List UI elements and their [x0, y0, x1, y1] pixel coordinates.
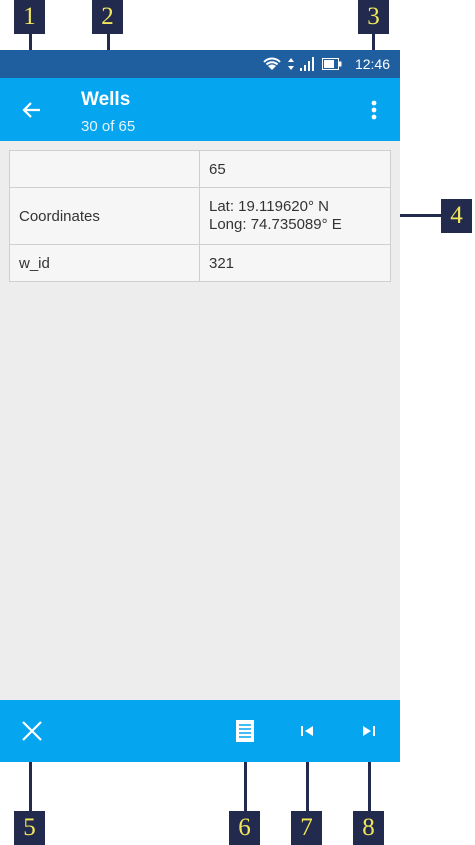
- callout-5: 5: [14, 811, 45, 845]
- more-vert-icon[interactable]: [362, 96, 386, 124]
- attribute-value: 65: [199, 150, 391, 188]
- back-arrow-icon[interactable]: [18, 96, 46, 124]
- wifi-icon: [263, 57, 281, 70]
- list-icon[interactable]: [231, 717, 259, 745]
- data-arrows-icon: [288, 58, 294, 70]
- bottom-toolbar: [0, 700, 400, 762]
- longitude-value: Long: 74.735089° E: [209, 216, 342, 233]
- attribute-value: Lat: 19.119620° N Long: 74.735089° E: [199, 187, 391, 245]
- status-icons: [262, 55, 342, 73]
- status-time: 12:46: [354, 56, 390, 72]
- attribute-key: [9, 150, 200, 188]
- close-icon[interactable]: [18, 717, 46, 745]
- attribute-key: w_id: [9, 244, 200, 282]
- callout-1: 1: [14, 0, 45, 34]
- skip-first-icon[interactable]: [293, 717, 321, 745]
- phone-screen: 12:46 Wells 30 of 65 65 Coordinates Lat:…: [0, 50, 400, 762]
- table-row: w_id 321: [9, 244, 391, 282]
- table-row: Coordinates Lat: 19.119620° N Long: 74.7…: [9, 187, 391, 245]
- attribute-table: 65 Coordinates Lat: 19.119620° N Long: 7…: [9, 150, 391, 282]
- page-title: Wells: [81, 89, 131, 110]
- callout-8: 8: [353, 811, 384, 845]
- battery-icon: [322, 58, 342, 70]
- latitude-value: Lat: 19.119620° N: [209, 198, 329, 215]
- attribute-key: Coordinates: [9, 187, 200, 245]
- signal-icon: [300, 57, 314, 71]
- callout-4: 4: [441, 199, 472, 233]
- table-row: 65: [9, 150, 391, 188]
- skip-last-icon[interactable]: [355, 717, 383, 745]
- attribute-value: 321: [199, 244, 391, 282]
- record-counter: 30 of 65: [81, 118, 136, 135]
- callout-3: 3: [358, 0, 389, 34]
- callout-2: 2: [92, 0, 123, 34]
- app-bar: Wells 30 of 65: [0, 78, 400, 141]
- callout-7: 7: [291, 811, 322, 845]
- callout-6: 6: [229, 811, 260, 845]
- status-bar: 12:46: [0, 50, 400, 78]
